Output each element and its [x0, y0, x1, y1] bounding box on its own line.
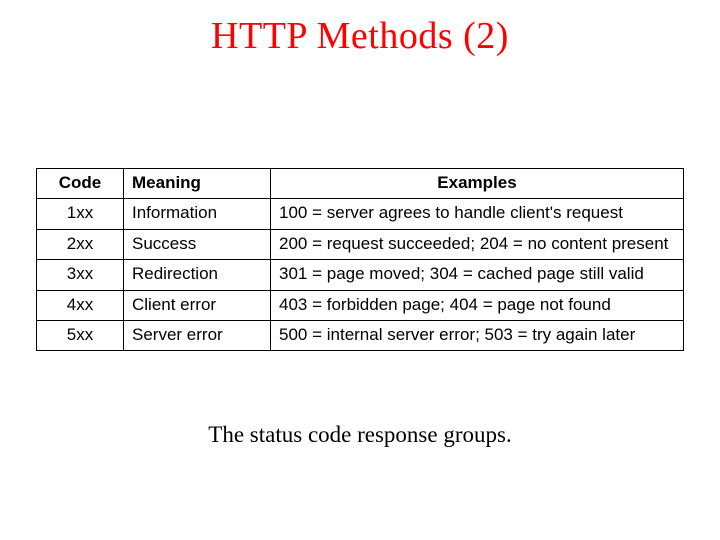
slide: HTTP Methods (2) Code Meaning Examples 1… [0, 0, 720, 540]
col-header-code: Code [37, 169, 124, 199]
col-header-examples: Examples [271, 169, 684, 199]
status-code-table-wrap: Code Meaning Examples 1xx Information 10… [36, 168, 684, 351]
cell-code: 3xx [37, 260, 124, 290]
table-row: 3xx Redirection 301 = page moved; 304 = … [37, 260, 684, 290]
col-header-meaning: Meaning [124, 169, 271, 199]
table-header-row: Code Meaning Examples [37, 169, 684, 199]
table-row: 4xx Client error 403 = forbidden page; 4… [37, 290, 684, 320]
cell-code: 2xx [37, 229, 124, 259]
table-row: 2xx Success 200 = request succeeded; 204… [37, 229, 684, 259]
cell-meaning: Client error [124, 290, 271, 320]
cell-meaning: Information [124, 199, 271, 229]
cell-meaning: Success [124, 229, 271, 259]
cell-code: 1xx [37, 199, 124, 229]
cell-examples: 403 = forbidden page; 404 = page not fou… [271, 290, 684, 320]
status-code-table: Code Meaning Examples 1xx Information 10… [36, 168, 684, 351]
cell-meaning: Server error [124, 320, 271, 350]
cell-examples: 200 = request succeeded; 204 = no conten… [271, 229, 684, 259]
cell-examples: 100 = server agrees to handle client's r… [271, 199, 684, 229]
cell-meaning: Redirection [124, 260, 271, 290]
figure-caption: The status code response groups. [0, 422, 720, 448]
table-row: 5xx Server error 500 = internal server e… [37, 320, 684, 350]
cell-code: 5xx [37, 320, 124, 350]
cell-examples: 500 = internal server error; 503 = try a… [271, 320, 684, 350]
cell-examples: 301 = page moved; 304 = cached page stil… [271, 260, 684, 290]
cell-code: 4xx [37, 290, 124, 320]
table-row: 1xx Information 100 = server agrees to h… [37, 199, 684, 229]
page-title: HTTP Methods (2) [0, 0, 720, 58]
